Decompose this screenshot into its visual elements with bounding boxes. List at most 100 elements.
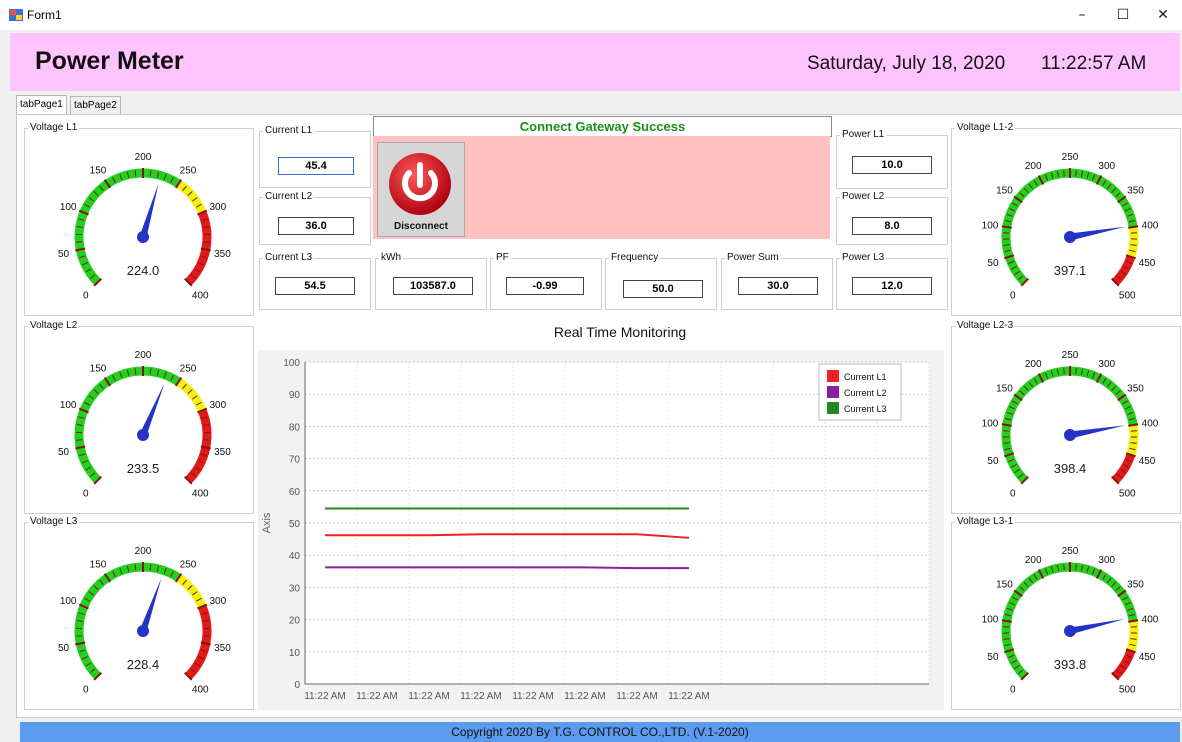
header-banner: Power Meter Saturday, July 18, 2020 11:2… — [10, 33, 1180, 91]
pf-value[interactable]: -0.99 — [506, 277, 584, 295]
gauge-tick-label: 200 — [135, 152, 152, 163]
app-title: Power Meter — [35, 47, 184, 75]
gauge-band — [1126, 620, 1139, 653]
gauge-tick-label: 350 — [1127, 579, 1144, 590]
gauge-tick-label: 250 — [1062, 350, 1079, 361]
x-tick-label: 11:22 AM — [356, 691, 398, 702]
gauge-tick-label: 0 — [1010, 684, 1016, 695]
gauge-tick-label: 0 — [1010, 488, 1016, 499]
y-tick-label: 0 — [294, 680, 300, 691]
power-sum-value[interactable]: 30.0 — [738, 277, 818, 295]
gauge-band — [1126, 226, 1139, 259]
gauge-tick-label: 250 — [1062, 546, 1079, 557]
window-titlebar: Form1 – ☐ ✕ — [0, 0, 1182, 30]
gauge-tick-label: 100 — [60, 202, 77, 213]
gauge-tick-label: 250 — [180, 560, 197, 571]
current-l1-group: Current L1 45.4 — [259, 125, 371, 188]
gauge-tick-label: 150 — [90, 364, 107, 375]
gauge-tick-label: 350 — [214, 447, 231, 458]
gauge-minor-tick — [134, 564, 137, 571]
current-l3-value[interactable]: 54.5 — [275, 277, 355, 295]
gauge-tick-label: 0 — [83, 290, 89, 301]
y-tick-label: 80 — [289, 422, 301, 433]
gauge-tick-label: 100 — [982, 418, 999, 429]
x-tick-label: 11:22 AM — [564, 691, 606, 702]
power-icon — [389, 153, 451, 215]
gauge-value: 393.8 — [1054, 657, 1087, 672]
gauge-minor-tick — [149, 368, 152, 375]
date-label: Saturday, July 18, 2020 — [807, 53, 1006, 74]
gauge-minor-tick — [134, 368, 137, 375]
y-tick-label: 100 — [283, 358, 300, 369]
current-l1-value[interactable]: 45.4 — [278, 157, 354, 175]
gauge-band — [175, 574, 207, 609]
kwh-value[interactable]: 103587.0 — [393, 277, 473, 295]
gauge-tick-label: 400 — [192, 488, 209, 499]
y-tick-label: 90 — [289, 390, 301, 401]
gauge-tick-label: 200 — [1025, 161, 1042, 172]
gauge-dial: 0 50 100 150 200 250 300 350 400 450 500 393.8 — [982, 546, 1159, 695]
gauge-tick-label: 400 — [192, 684, 209, 695]
gauge-voltage-l1-2: Voltage L1-2 0 50 100 150 200 250 300 350 400 450… — [951, 122, 1181, 316]
y-tick-label: 60 — [289, 487, 301, 498]
gauge-tick-label: 400 — [1142, 418, 1159, 429]
maximize-button[interactable]: ☐ — [1103, 3, 1143, 27]
gauge-voltage-l3: Voltage L3 0 50 100 150 200 250 300 350 400 228.4 — [24, 516, 254, 710]
power-l2-value[interactable]: 8.0 — [852, 217, 932, 235]
disconnect-button[interactable]: Disconnect — [377, 142, 465, 237]
minimize-button[interactable]: – — [1062, 3, 1102, 27]
y-tick-label: 20 — [289, 616, 301, 627]
gauge-minor-tick — [134, 170, 137, 177]
legend-label: Current L3 — [844, 404, 887, 414]
gauge-voltage-l2-3: Voltage L2-3 0 50 100 150 200 250 300 350 400 450… — [951, 320, 1181, 514]
legend-swatch — [827, 402, 839, 414]
power-sum-title: Power Sum — [725, 252, 781, 263]
gauge-tick-label: 0 — [83, 684, 89, 695]
gauge-minor-tick — [149, 564, 152, 571]
current-l2-value[interactable]: 36.0 — [278, 217, 354, 235]
gauge-tick-label: 100 — [60, 596, 77, 607]
gauge-tick-label: 150 — [90, 166, 107, 177]
current-l2-title: Current L2 — [263, 191, 315, 202]
legend-label: Current L1 — [844, 372, 887, 382]
y-tick-label: 10 — [289, 648, 301, 659]
frequency-group: Frequency 50.0 — [605, 252, 717, 310]
gauge-dial: 0 50 100 150 200 250 300 350 400 224.0 — [58, 152, 231, 301]
y-tick-label: 50 — [289, 519, 301, 530]
power-l1-value[interactable]: 10.0 — [852, 156, 932, 174]
gauge-band — [175, 378, 207, 413]
gauge-tick-label: 100 — [982, 614, 999, 625]
gauge-tick-label: 200 — [1025, 555, 1042, 566]
gauge-voltage-l3-1: Voltage L3-1 0 50 100 150 200 250 300 350 400 450… — [951, 516, 1181, 710]
gauge-needle — [1069, 619, 1125, 635]
gauge-tick-label: 450 — [1139, 258, 1156, 269]
gauge-tick-label: 250 — [1062, 152, 1079, 163]
kwh-title: kWh — [379, 252, 403, 263]
gauge-tick-label: 250 — [180, 166, 197, 177]
pf-group: PF -0.99 — [490, 252, 602, 310]
gauge-minor-tick — [1075, 170, 1077, 177]
x-tick-label: 11:22 AM — [304, 691, 346, 702]
gauge-tick-label: 50 — [987, 456, 999, 467]
gauge-tick-label: 0 — [1010, 290, 1016, 301]
disconnect-label: Disconnect — [394, 221, 448, 232]
gauge-needle — [139, 578, 162, 633]
frequency-value[interactable]: 50.0 — [623, 280, 703, 298]
power-sum-group: Power Sum 30.0 — [721, 252, 833, 310]
gauge-tick-label: 50 — [58, 447, 70, 458]
close-button[interactable]: ✕ — [1143, 3, 1182, 27]
gauge-band — [184, 408, 212, 484]
tab-page2[interactable]: tabPage2 — [70, 96, 121, 116]
gauge-tick-label: 300 — [209, 202, 226, 213]
gauge-minor-tick — [149, 170, 152, 177]
gauge-tick-label: 100 — [982, 220, 999, 231]
gauge-minor-tick — [1063, 368, 1065, 375]
x-tick-label: 11:22 AM — [616, 691, 658, 702]
gauge-tick-label: 400 — [1142, 220, 1159, 231]
gauge-dial: 0 50 100 150 200 250 300 350 400 450 500 397.1 — [982, 152, 1159, 301]
gauge-hub — [137, 429, 149, 441]
gauge-tick-label: 150 — [996, 579, 1013, 590]
power-l3-value[interactable]: 12.0 — [852, 277, 932, 295]
footer-copyright: Copyright 2020 By T.G. CONTROL CO.,LTD. … — [20, 722, 1180, 742]
gauge-tick-label: 100 — [60, 400, 77, 411]
